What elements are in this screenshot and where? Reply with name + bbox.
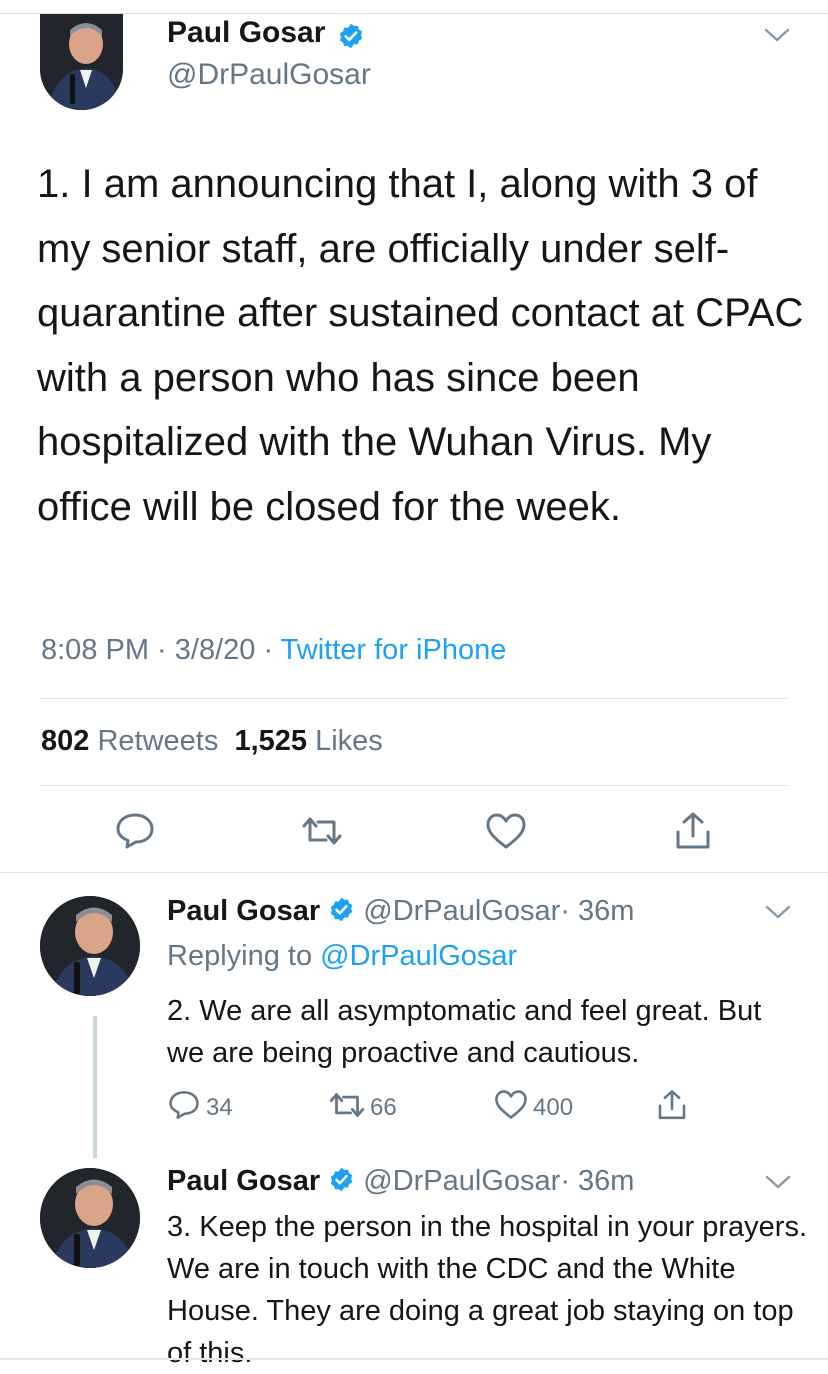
share-icon[interactable] [656,1088,688,1122]
likes-stat[interactable]: 1,525 Likes [234,725,382,757]
likes-count: 1,525 [234,725,308,757]
reply-age: · 36m [560,895,635,927]
reply-age: · 36m [560,1165,635,1197]
replying-to: Replying to @DrPaulGosar [167,940,517,973]
replying-to-label: Replying to [167,940,313,972]
engagement-stats: 802 Retweets 1,525 Likes [41,725,383,758]
divider [40,785,788,786]
reply-avatar[interactable] [40,896,140,996]
like-heart-icon[interactable] [494,1089,528,1120]
divider [40,698,788,699]
author-handle[interactable]: @DrPaulGosar [167,58,371,92]
retweets-stat[interactable]: 802 Retweets [41,725,218,757]
tweet-date: 3/8/20 [174,634,256,666]
likes-label: Likes [315,725,383,757]
replying-to-handle[interactable]: @DrPaulGosar [320,940,517,972]
verified-badge-icon [328,1166,355,1193]
reply-handle[interactable]: @DrPaulGosar [363,895,560,927]
retweet-icon[interactable] [298,814,346,848]
tweet-time: 8:08 PM [41,634,149,666]
retweet-count: 66 [370,1094,397,1121]
reply-icon[interactable] [168,1090,200,1120]
meta-separator: · [255,634,281,666]
author-avatar[interactable] [40,14,123,110]
retweets-label: Retweets [97,725,219,757]
chevron-down-icon[interactable] [763,26,791,44]
meta-separator: · [149,634,175,666]
reply-count: 34 [206,1094,233,1121]
thread-connector [93,1016,97,1158]
top-divider [0,13,828,14]
reply-header: Paul Gosar @DrPaulGosar· 36m [167,895,634,928]
reply-header: Paul Gosar @DrPaulGosar· 36m [167,1165,634,1198]
share-icon[interactable] [673,810,713,852]
verified-badge-icon [337,22,365,50]
chevron-down-icon[interactable] [764,903,792,921]
verified-badge-icon [328,896,355,923]
reply-text: 2. We are all asymptomatic and feel grea… [167,995,762,1069]
reply-icon[interactable] [115,812,155,850]
tweet-source-link[interactable]: Twitter for iPhone [281,634,507,666]
like-count: 400 [533,1094,574,1121]
author-name[interactable]: Paul Gosar [167,16,325,50]
tweet-text: 1. I am announcing that I, along with 3 … [37,162,804,529]
reply-handle[interactable]: @DrPaulGosar [363,1165,560,1197]
retweet-icon[interactable] [326,1090,368,1120]
divider [0,872,828,873]
reply-avatar[interactable] [40,1168,140,1268]
reply-text: 3. Keep the person in the hospital in yo… [167,1211,807,1369]
retweets-count: 802 [41,725,90,757]
chevron-down-icon[interactable] [764,1173,792,1191]
reply-author-name[interactable]: Paul Gosar [167,895,320,927]
reply-author-name[interactable]: Paul Gosar [167,1165,320,1197]
like-heart-icon[interactable] [485,812,527,850]
tweet-meta: 8:08 PM · 3/8/20 · Twitter for iPhone [41,634,506,667]
